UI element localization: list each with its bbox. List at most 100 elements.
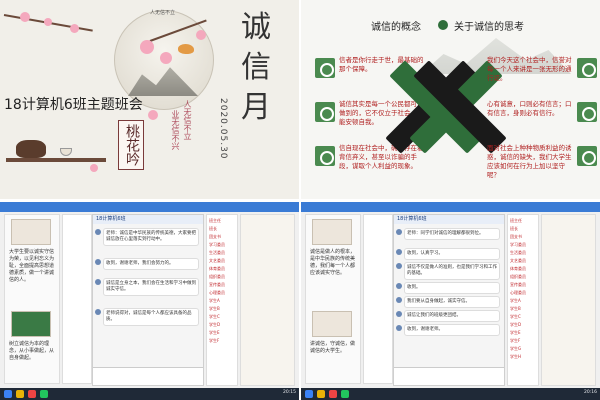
member-item[interactable]: 学生B [209,306,237,311]
blossom [70,24,79,33]
member-list[interactable]: 班主任班长团支书学习委员生活委员文艺委员体育委员组织委员宣传委员心理委员学生A 学… [206,214,238,386]
member-item[interactable]: 班长 [510,226,538,231]
chat-title: 18计算机6班 [93,215,203,224]
avatar [95,279,101,285]
member-item[interactable]: 学生F [510,338,538,343]
member-item[interactable]: 学生B [510,306,538,311]
screenshot-2: 诚信是做人的根本，是中华民族的传统美德，我们每一个人都应该诚实守信。 讲诚信，守… [301,202,600,400]
member-item[interactable]: 组织委员 [209,274,237,279]
vertical-text: 人无信不立 [183,100,192,140]
chat-message: 收到，认真学习。 [404,248,500,260]
heading-concept: 诚信的概念 [371,22,421,33]
slide-thumbnail[interactable] [312,311,352,337]
screenshot-1: 大学生要以诚实守信为荣，以见利忘义为耻，全面提高思想道德素质，做一个讲诚信的人。… [0,202,299,400]
member-item[interactable]: 心理委员 [510,290,538,295]
member-item[interactable]: 学习委员 [209,242,237,247]
window-titlebar[interactable] [0,202,299,212]
avatar [396,229,402,235]
member-item[interactable]: 生活委员 [510,250,538,255]
thinking-icon [577,58,597,78]
member-item[interactable]: 心理委员 [209,290,237,295]
teapot-icon [16,140,46,158]
thinking-item: 我们今天这个社会中，信誉对每一个人来讲是一张无形的通行证。 [487,56,597,86]
blossom [160,52,172,64]
thinking-text: 面对社会上种种物质利益的诱惑，诚信的缺失，我们大学生应该如何在行为上加以坚守呢？ [487,144,572,179]
member-item[interactable]: 学生G [510,346,538,351]
avatar [396,325,402,331]
member-item[interactable]: 班主任 [510,218,538,223]
member-item[interactable]: 体育委员 [209,266,237,271]
ppt-main-pane [363,214,393,384]
avatar [95,309,101,315]
chat-input[interactable] [93,367,203,385]
chat-message: 诚信不仅是做人的准则，也是我们学习和工作的基础。 [404,262,500,280]
member-item[interactable]: 宣传委员 [209,282,237,287]
concept-item: 信自现在社会中，确实存在着背信弃义，甚至以诈骗的手段，谋取个人利益的现象。 [315,144,425,174]
slide-subtitle: 18计算机6班主题班会 [4,97,143,113]
member-item[interactable]: 组织委员 [510,274,538,279]
chat-message: 老师说得对，诚信是每个人都应该具备的品质。 [103,308,199,326]
ppt-thumbnail-pane[interactable]: 诚信是做人的根本，是中华民族的传统美德，我们每一个人都应该诚实守信。 讲诚信，守… [305,214,361,384]
start-icon[interactable] [4,390,12,398]
chat-message: 诚信是立身之本，我们会在生活和学习中做到诚实守信。 [103,278,199,296]
member-item[interactable]: 学生E [510,330,538,335]
blossom [44,18,52,26]
member-item[interactable]: 学生C [209,314,237,319]
taskbar: 20:15 [0,388,299,400]
member-item[interactable]: 学生H [510,354,538,359]
thinking-icon [577,102,597,122]
member-item[interactable]: 班长 [209,226,237,231]
slide-concept: 诚信的概念 关于诚信的思考 信者是你行走于世，最基础的那个保障。 诚信其实是每一… [301,0,600,199]
slide-thumbnail[interactable] [312,219,352,245]
ppt-icon[interactable] [329,390,337,398]
tea-table [6,158,106,162]
member-item[interactable]: 学生F [209,338,237,343]
slide-thumbnail[interactable] [11,311,51,337]
window-titlebar[interactable] [301,202,600,212]
chat-window: 18计算机6班 老师：同学们对诚信的理解都很到位。 收到，认真学习。 诚信不仅是… [393,214,505,386]
ppt-thumbnail-pane[interactable]: 大学生要以诚实守信为荣，以见利忘义为耻，全面提高思想道德素质，做一个讲诚信的人。… [4,214,60,384]
taskbar: 20:16 [301,388,600,400]
member-item[interactable]: 班主任 [209,218,237,223]
member-item[interactable]: 文艺委员 [209,258,237,263]
member-list[interactable]: 班主任班长团支书学习委员生活委员文艺委员体育委员组织委员宣传委员心理委员学生A 学… [507,214,539,386]
concept-icon [315,146,335,166]
member-item[interactable]: 学生A [510,298,538,303]
slide-cover: 人无信不立 诚 信 月 2020.05.30 18计算机6班主题班会 人无信不立… [0,0,299,199]
blossom [148,110,158,120]
thinking-text: 我们今天这个社会中，信誉对每一个人来讲是一张无形的通行证。 [487,56,572,82]
ppt-main-pane [62,214,92,384]
chat-title: 18计算机6班 [394,215,504,224]
avatar [396,263,402,269]
bird-icon [178,44,194,54]
member-item[interactable]: 团支书 [510,234,538,239]
chat-window: 18计算机6班 老师：诚信是中华民族的传统美德，大家要把诚信放在心里落实到行动中… [92,214,204,386]
member-item[interactable]: 生活委员 [209,250,237,255]
member-item[interactable]: 文艺委员 [510,258,538,263]
member-item[interactable]: 学生D [510,322,538,327]
member-item[interactable]: 学生A [209,298,237,303]
member-item[interactable]: 学生E [209,330,237,335]
chat-icon[interactable] [341,390,349,398]
member-item[interactable]: 体育委员 [510,266,538,271]
teacup-icon [60,148,72,156]
start-icon[interactable] [305,390,313,398]
folder-icon[interactable] [16,390,24,398]
chat-icon[interactable] [40,390,48,398]
member-item[interactable]: 学生C [510,314,538,319]
blossom [90,164,98,172]
title-char: 诚 [241,10,271,45]
member-item[interactable]: 学习委员 [510,242,538,247]
member-item[interactable]: 团支书 [209,234,237,239]
slide-date: 2020.05.30 [218,98,228,160]
member-item[interactable]: 宣传委员 [510,282,538,287]
chat-message: 老师：诚信是中华民族的传统美德，大家要把诚信放在心里落实到行动中。 [103,228,199,246]
thinking-text: 心有诚意，口则必有信言；口有信言，身则必有信行。 [487,100,572,117]
ppt-icon[interactable] [28,390,36,398]
green-dot-icon [438,20,448,30]
slide-title: 诚 信 月 [236,8,276,128]
slide-thumbnail[interactable] [11,219,51,245]
chat-input[interactable] [394,367,504,385]
folder-icon[interactable] [317,390,325,398]
member-item[interactable]: 学生D [209,322,237,327]
